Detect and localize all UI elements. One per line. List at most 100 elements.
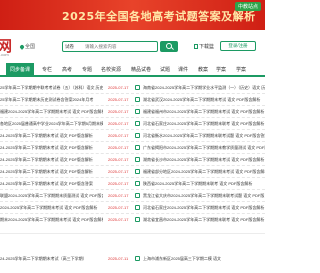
row-divider [0,201,265,202]
banner-title: 2025年全国各地高考试题答案及解析 [62,10,256,23]
left-date: 2025-07-11 [108,256,129,261]
nav-item-study-plan[interactable]: 学案 [216,66,226,73]
left-title[interactable]: 24-2025学年高二下学期期末考试 语文 PDF版含答案 [0,181,103,187]
right-title[interactable]: 广东省揭阳市2024-2025学年高二下学期期末教学质量测试 语文 PDF版 [143,145,265,151]
list-item[interactable]: 24-2025学年高二下学期期末考试 语文 PDF版含解析 2025-07-17… [0,143,265,153]
left-date: 2025-07-17 [108,217,129,222]
row-divider [0,141,265,142]
left-title[interactable]: 24-2025学年高二下学期期末考试 语文 PDF版含解析 [0,133,103,139]
location-pin-icon [19,43,25,50]
search-input[interactable] [85,43,155,50]
right-title[interactable]: 福建省福州市2024-2025学年高二下学期期末考试 语文 PDF版含解析 [143,109,265,115]
location-label: 全国 [25,44,36,50]
left-date: 2025-07-17 [108,85,129,90]
left-title[interactable]: 2024-2025学年高二下学期期末考试 语文 PDF版含解析 [0,205,103,211]
right-title[interactable]: 河北省石家庄2024-2025学年高二下学期期末联考 语文 PDF版含解析 [143,121,265,127]
doc-icon [135,256,140,261]
left-title[interactable]: 24-2025学年高二下学期期末考试 语文 PDF版含解析 [0,145,103,151]
list-item[interactable]: 联盟2024-2025学年高二下学期期末质量测试 语文 PDF版含答案 2025… [0,191,265,201]
row-divider [0,129,265,130]
doc-icon [135,205,140,210]
nav-item-school[interactable]: 名校资源 [101,66,121,73]
doc-icon [135,145,140,150]
left-title[interactable]: 各地区2025届普通高中学业2024学年高二下学期5月期末模拟考试 [0,121,103,127]
row-divider [0,165,265,166]
right-title[interactable]: 河北省石家庄2024-2025学年高二下学期期末考试 语文 PDF版含解析 [143,205,265,211]
right-title[interactable]: 上海市浦东新区2025届高三下学期二模 语文 [143,256,265,262]
right-title[interactable]: 海南省2024-2025学年高二下学期学业水平监测（一）（历史）语文 历史 [143,85,265,91]
download-basket[interactable]: 下载篮 [194,43,214,50]
right-title[interactable]: 湖北省宜昌市2024-2025学年高二下学期期末联考 语文 PDF版含解析 [143,217,265,223]
nav-item-column[interactable]: 专栏 [42,66,52,73]
right-title[interactable]: 黑龙江省大庆市2024-2025学年高二下学期期末联考试题 语文 PDF版 [143,193,265,199]
left-date: 2025-07-17 [108,193,129,198]
left-date: 2025-07-17 [108,121,129,126]
section-divider [0,233,265,234]
doc-icon [135,181,140,186]
list-item[interactable]: 24-2025学年高二下学期期末考试（高三下学期） 2025-07-11 上海市… [0,254,265,264]
nav-item-topic[interactable]: 专题 [82,66,92,73]
list-item[interactable]: 25学年高二下学期期中联考考试卷（五）（苏科）语文 历史题答案 2025-07-… [0,83,265,93]
left-title[interactable]: 福建2024-2025学年高二下学期期末考试 语文 PDF版含解析 答案 [0,109,103,115]
left-title[interactable]: 25学年高二下学期期中联考考试卷（五）（苏科）语文 历史题答案 [0,85,103,91]
left-date: 2025-07-17 [108,133,129,138]
site-domain: .com [0,52,9,57]
search-box: 试卷 [62,41,158,52]
left-date: 2025-07-17 [108,109,129,114]
left-title[interactable]: 25学年高二下学期期末历史测试卷含答案2024年月考 [0,97,103,103]
location-selector[interactable]: 全国 [19,43,36,50]
right-title[interactable]: 湖北省武汉2024-2025学年高二下学期期末考试 语文 PDF版含解析 [143,97,265,103]
nav-item-more[interactable]: 学案 [236,66,246,73]
nav-item-lesson-plan[interactable]: 教案 [198,66,208,73]
row-divider [0,189,265,190]
list-item[interactable]: 各地区2025届普通高中学业2024学年高二下学期5月期末模拟考试 2025-0… [0,119,265,129]
left-title[interactable]: 24-2025学年高二下学期期末考试（高三下学期） [0,256,103,262]
row-divider [0,105,265,106]
list-item[interactable]: 25学年高二下学期期末历史测试卷含答案2024年月考 2025-07-17 湖北… [0,95,265,105]
basket-icon [194,44,198,50]
left-date: 2025-07-17 [108,145,129,150]
list-item[interactable]: 24-2025学年高二下学期期末考试 语文 PDF版含解析 2025-07-17… [0,131,265,141]
list-item[interactable]: 24-2025学年高二下学期期末考试 语文 PDF版含解析 2025-07-17… [0,167,265,177]
search-type-dropdown[interactable]: 试卷 [65,44,74,50]
right-title[interactable]: 河北省衡水2024-2025学年高二下学期期末联考试题 语文 PDF版含答案 [143,133,265,139]
list-item[interactable]: 期末2024-2025学年高二下学期期末考试 语文 PDF版含解析 2025-0… [0,215,265,225]
left-date: 2025-07-17 [108,169,129,174]
list-item[interactable]: 福建2024-2025学年高二下学期期末考试 语文 PDF版含解析 答案 202… [0,107,265,117]
left-title[interactable]: 24-2025学年高二下学期期末考试 语文 PDF版含解析 [0,169,103,175]
doc-icon [135,121,140,126]
left-title[interactable]: 联盟2024-2025学年高二下学期期末质量测试 语文 PDF版含答案 [0,193,103,199]
doc-icon [135,109,140,114]
doc-icon [135,193,140,198]
right-title[interactable]: 陕西省2024-2025学年高二下学期期末联考 语文 PDF版含解析 [143,181,265,187]
header: 网 .com 全国 试卷 下载篮 登录/注册 [0,30,265,60]
right-title[interactable]: 湖南省长沙市2024-2025学年高二下学期期末考试 语文 PDF版含解析 [143,157,265,163]
left-date: 2025-07-17 [108,205,129,210]
row-divider [0,93,265,94]
doc-icon [135,85,140,90]
doc-icon [135,97,140,102]
list-item[interactable]: 24-2025学年高二下学期期末考试 语文 PDF版含答案 2025-07-17… [0,179,265,189]
nav-item-questions[interactable]: 试题 [160,66,170,73]
right-title[interactable]: 福建省部分地区2024-2025学年高二下学期期末考试 语文 PDF版含解析 [143,169,265,175]
doc-icon [135,217,140,222]
left-title[interactable]: 24-2025学年高二下学期期末考试 语文 PDF版含解析 [0,157,103,163]
row-divider [0,213,265,214]
top-banner[interactable]: 2025年全国各地高考试题答案及解析 中教站点 [0,0,265,30]
left-date: 2025-07-17 [108,97,129,102]
nav-item-papers[interactable]: 精品试卷 [131,66,151,73]
nav-item-sync[interactable]: 同步备课 [6,63,35,77]
nav-item-courseware[interactable]: 课件 [178,66,188,73]
list-item[interactable]: 24-2025学年高二下学期期末考试 语文 PDF版含解析 2025-07-17… [0,155,265,165]
nav-item-gaokao[interactable]: 高考 [62,66,72,73]
left-title[interactable]: 期末2024-2025学年高二下学期期末考试 语文 PDF版含解析 [0,217,103,223]
search-button[interactable] [160,41,178,52]
row-divider [0,177,265,178]
banner-badge[interactable]: 中教站点 [234,2,261,11]
list-item[interactable]: 2024-2025学年高二下学期期末考试 语文 PDF版含解析 2025-07-… [0,203,265,213]
download-label: 下载篮 [199,44,215,50]
row-divider [0,153,265,154]
doc-icon [135,169,140,174]
login-register-button[interactable]: 登录/注册 [220,41,256,51]
left-date: 2025-07-17 [108,181,129,186]
